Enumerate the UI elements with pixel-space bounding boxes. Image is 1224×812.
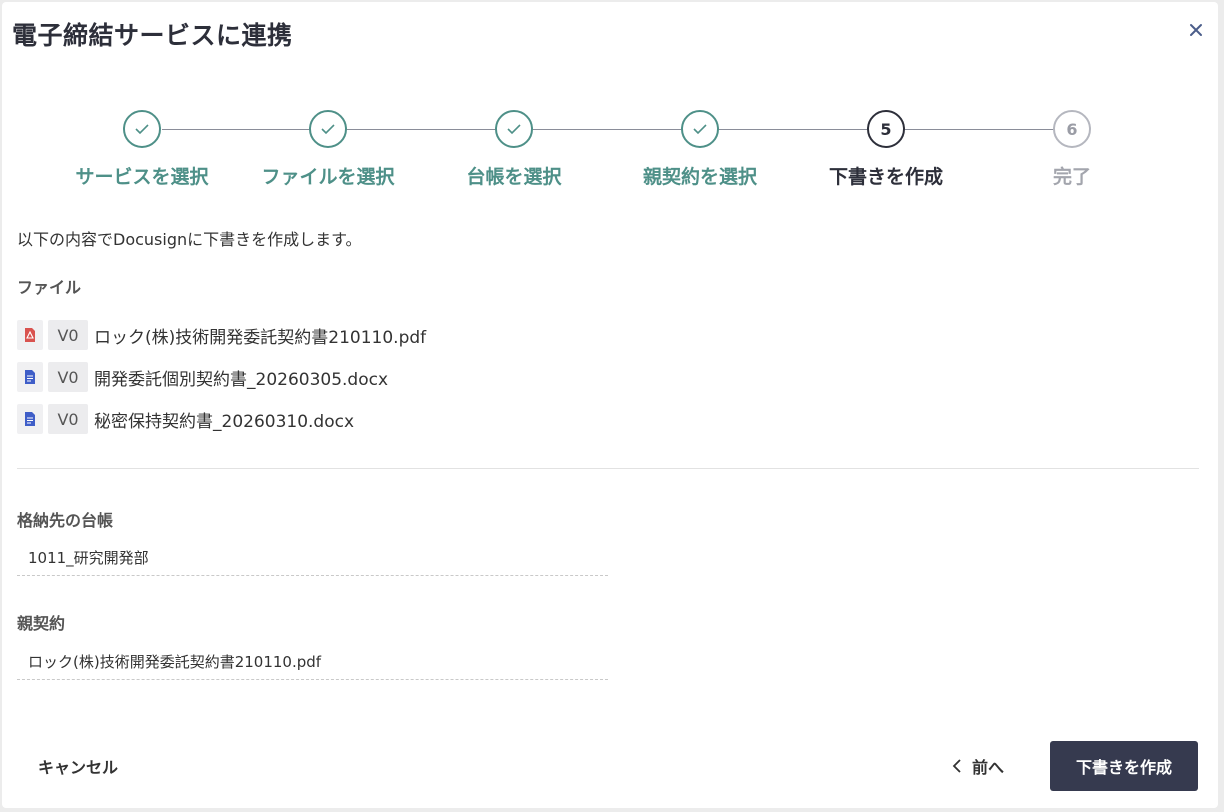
- step-number: 5: [867, 110, 905, 148]
- step-label: 台帳を選択: [466, 166, 562, 188]
- step-done-circle: [681, 110, 719, 148]
- file-item: V0 秘密保持契約書_20260310.docx: [17, 404, 354, 434]
- step-select-parent-contract: 親契約を選択: [620, 110, 780, 189]
- parent-contract-value: ロック(株)技術開発委託契約書210110.pdf: [17, 644, 608, 680]
- version-badge: V0: [48, 404, 88, 434]
- step-label: サービスを選択: [75, 166, 209, 188]
- step-done-circle: [123, 110, 161, 148]
- step-label: 完了: [1052, 166, 1091, 188]
- check-icon: [135, 124, 149, 135]
- step-select-ledger: 台帳を選択: [434, 110, 594, 189]
- prev-button-label: 前へ: [972, 758, 1005, 777]
- parent-contract-label: 親契約: [17, 614, 66, 633]
- close-icon: [1190, 24, 1202, 36]
- step-select-file: ファイルを選択: [248, 110, 408, 189]
- step-label: 下書きを作成: [828, 166, 943, 188]
- check-icon: [507, 124, 521, 135]
- step-label: 親契約を選択: [642, 166, 757, 188]
- stepper: サービスを選択 ファイルを選択 台帳を選択 親契約を選択 5 下書きを作成 6: [2, 110, 1218, 190]
- step-label: ファイルを選択: [261, 166, 395, 188]
- prev-button[interactable]: 前へ: [952, 746, 1004, 786]
- pdf-file-icon: [17, 320, 43, 350]
- file-item: V0 開発委託個別契約書_20260305.docx: [17, 362, 388, 392]
- step-complete: 6 完了: [992, 110, 1152, 189]
- step-done-circle: [495, 110, 533, 148]
- word-file-icon: [17, 404, 43, 434]
- ledger-label: 格納先の台帳: [17, 511, 114, 530]
- step-done-circle: [309, 110, 347, 148]
- ledger-value: 1011_研究開発部: [17, 540, 608, 576]
- section-divider: [17, 468, 1199, 469]
- dialog-title: 電子締結サービスに連携: [12, 21, 293, 50]
- step-create-draft: 5 下書きを作成: [806, 110, 966, 189]
- step-number: 6: [1053, 110, 1091, 148]
- check-icon: [693, 124, 707, 135]
- intro-text: 以下の内容でDocusignに下書きを作成します。: [17, 230, 362, 249]
- check-icon: [321, 124, 335, 135]
- file-name: ロック(株)技術開発委託契約書210110.pdf: [94, 327, 427, 348]
- step-select-service: サービスを選択: [62, 110, 222, 189]
- file-name: 秘密保持契約書_20260310.docx: [94, 411, 355, 432]
- connect-esign-dialog: 電子締結サービスに連携 サービスを選択 ファイルを選択 台帳を選択 親契約を選択…: [2, 2, 1218, 808]
- create-draft-button[interactable]: 下書きを作成: [1050, 741, 1198, 791]
- file-item: V0 ロック(株)技術開発委託契約書210110.pdf: [17, 320, 426, 350]
- word-file-icon: [17, 362, 43, 392]
- files-label: ファイル: [17, 278, 82, 297]
- file-name: 開発委託個別契約書_20260305.docx: [94, 369, 389, 390]
- version-badge: V0: [48, 320, 88, 350]
- version-badge: V0: [48, 362, 88, 392]
- close-button[interactable]: [1182, 16, 1210, 44]
- cancel-button[interactable]: キャンセル: [24, 748, 132, 784]
- chevron-left-icon: [952, 759, 961, 773]
